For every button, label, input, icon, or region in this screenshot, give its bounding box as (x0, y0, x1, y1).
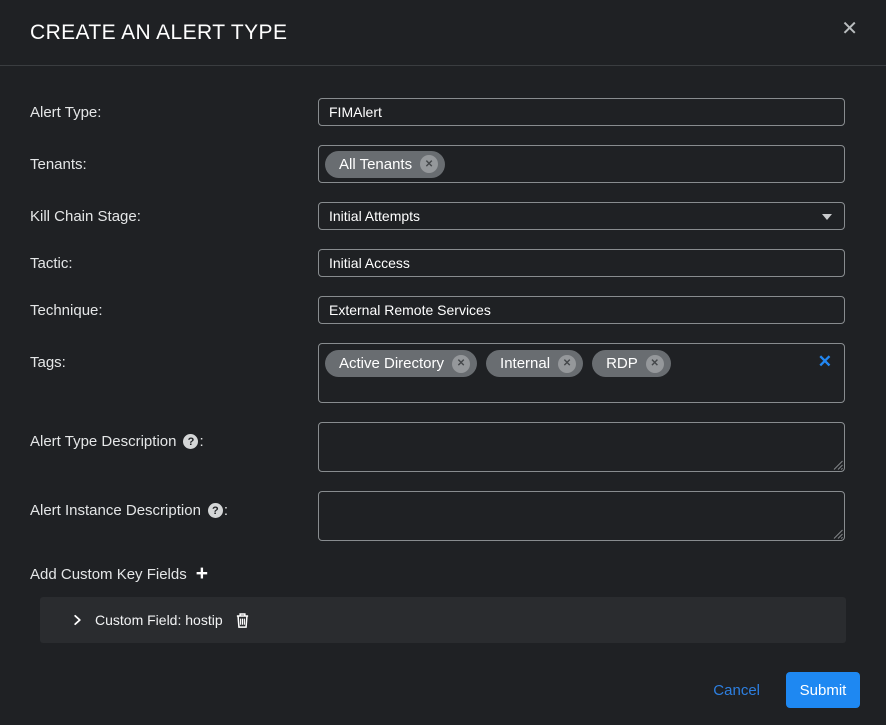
tag-chip-label: RDP (606, 355, 638, 372)
kill-chain-stage-label: Kill Chain Stage: (30, 208, 318, 225)
tag-chip-label: Active Directory (339, 355, 444, 372)
alert-type-label: Alert Type: (30, 104, 318, 121)
tenants-row: Tenants: All Tenants ✕ (30, 145, 845, 183)
alert-type-row: Alert Type: (30, 98, 845, 126)
tenant-chip: All Tenants ✕ (325, 151, 445, 178)
tenants-label: Tenants: (30, 156, 318, 173)
tags-input[interactable]: Active Directory ✕ Internal ✕ RDP ✕ ✕ (318, 343, 845, 403)
trash-icon[interactable] (235, 612, 250, 629)
technique-label: Technique: (30, 302, 318, 319)
tag-chip: Internal ✕ (486, 350, 583, 377)
alert-instance-description-label: Alert Instance Description ? : (30, 491, 318, 519)
alert-type-description-label-text: Alert Type Description (30, 433, 176, 450)
tenants-input[interactable]: All Tenants ✕ (318, 145, 845, 183)
chevron-right-icon[interactable] (72, 614, 83, 626)
chip-remove-icon[interactable]: ✕ (452, 355, 470, 373)
tactic-row: Tactic: (30, 249, 845, 277)
submit-button[interactable]: Submit (786, 672, 860, 708)
tag-chip-label: Internal (500, 355, 550, 372)
help-icon[interactable]: ? (183, 434, 198, 449)
chip-remove-icon[interactable]: ✕ (558, 355, 576, 373)
tag-chip: RDP ✕ (592, 350, 671, 377)
tags-row: Tags: Active Directory ✕ Internal ✕ RD (30, 343, 845, 403)
alert-type-description-row: Alert Type Description ? : (30, 422, 845, 472)
tags-clear-icon[interactable]: ✕ (818, 353, 832, 371)
modal-footer: Cancel Submit (0, 655, 886, 725)
chip-remove-icon[interactable]: ✕ (646, 355, 664, 373)
alert-instance-description-row: Alert Instance Description ? : (30, 491, 845, 541)
kill-chain-stage-select[interactable]: Initial Attempts (318, 202, 845, 230)
chevron-down-icon (822, 214, 832, 220)
alert-instance-description-textarea[interactable] (318, 491, 845, 541)
modal-title: CREATE AN ALERT TYPE (30, 21, 287, 45)
kill-chain-stage-row: Kill Chain Stage: Initial Attempts (30, 202, 845, 230)
tenant-chip-label: All Tenants (339, 156, 412, 173)
label-colon: : (199, 433, 203, 450)
modal-body: Alert Type: Tenants: All Tenants ✕ (0, 66, 886, 655)
plus-icon[interactable]: + (196, 565, 208, 583)
technique-input[interactable] (318, 296, 845, 324)
add-custom-key-fields-label: Add Custom Key Fields + (30, 565, 845, 583)
alert-type-description-textarea[interactable] (318, 422, 845, 472)
add-custom-key-fields-text: Add Custom Key Fields (30, 566, 187, 583)
alert-type-input[interactable] (318, 98, 845, 126)
tactic-label: Tactic: (30, 255, 318, 272)
tactic-input[interactable] (318, 249, 845, 277)
tag-chip: Active Directory ✕ (325, 350, 477, 377)
alert-instance-description-label-text: Alert Instance Description (30, 502, 201, 519)
tags-label: Tags: (30, 343, 318, 371)
kill-chain-stage-value: Initial Attempts (329, 208, 420, 224)
custom-field-label: Custom Field: hostip (95, 612, 223, 628)
technique-row: Technique: (30, 296, 845, 324)
label-colon: : (224, 502, 228, 519)
alert-type-description-label: Alert Type Description ? : (30, 422, 318, 450)
chip-remove-icon[interactable]: ✕ (420, 155, 438, 173)
cancel-button[interactable]: Cancel (713, 682, 760, 699)
close-icon[interactable]: ✕ (841, 18, 858, 40)
create-alert-type-modal: CREATE AN ALERT TYPE ✕ Alert Type: Tenan… (0, 0, 886, 725)
help-icon[interactable]: ? (208, 503, 223, 518)
custom-field-row[interactable]: Custom Field: hostip (40, 597, 846, 643)
modal-header: CREATE AN ALERT TYPE ✕ (0, 0, 886, 66)
